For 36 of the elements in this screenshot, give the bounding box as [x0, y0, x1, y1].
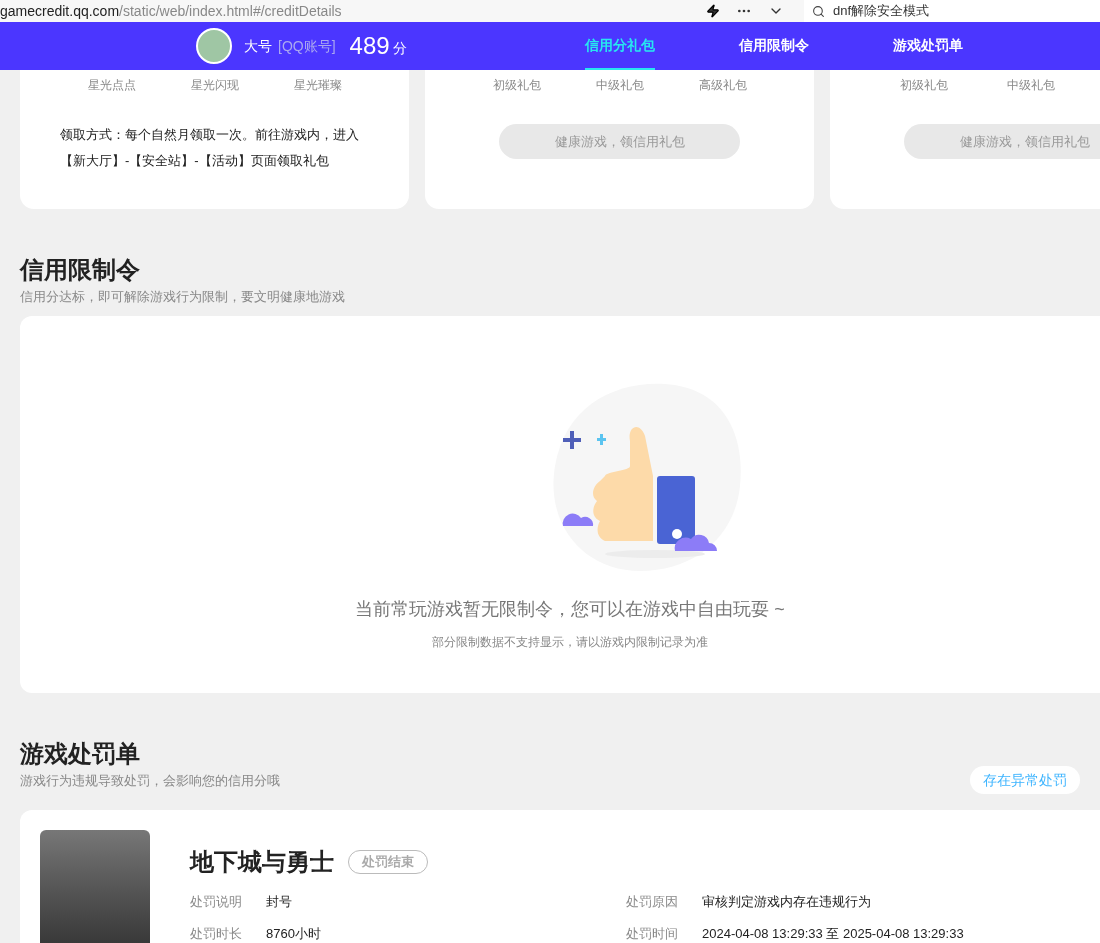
address-bar-url[interactable]: gamecredit.qq.com/static/web/index.html#/creditDetails	[0, 0, 690, 22]
browser-search-field[interactable]: dnf解除安全模式	[804, 0, 1100, 22]
tier-label: 初级礼包	[491, 77, 542, 94]
section-title: 游戏处罚单	[20, 738, 141, 769]
tier-label: 星光点点	[86, 77, 137, 94]
empty-note: 部分限制数据不支持显示，请以游戏内限制记录为准	[432, 633, 708, 651]
search-text: dnf解除安全模式	[833, 2, 930, 21]
lightning-icon[interactable]	[706, 4, 720, 18]
field-label: 处罚说明	[190, 893, 243, 911]
nav-tab[interactable]: 游戏处罚单	[892, 22, 963, 70]
tier-label: 星光闪现	[189, 77, 240, 94]
section-title: 信用限制令	[20, 255, 141, 285]
account-type: [QQ账号]	[278, 36, 336, 56]
search-icon	[812, 4, 825, 18]
avatar-placeholder	[196, 28, 232, 64]
nav-tab[interactable]: 信用限制令	[738, 22, 809, 70]
field-value: 8760小时	[266, 924, 321, 943]
section-subtitle: 游戏行为违规导致处罚，会影响您的信用分哦	[20, 771, 281, 790]
field-value: 封号	[266, 893, 292, 911]
game-title: 地下城与勇士	[190, 847, 334, 877]
tier-label: 中级礼包	[1005, 77, 1056, 94]
field-label: 处罚时长	[190, 924, 243, 943]
field-label: 处罚时间	[626, 924, 679, 943]
field-value: 2024-04-08 13:29:33 至 2025-04-08 13:29:33	[702, 924, 964, 943]
empty-message: 当前常玩游戏暂无限制令，您可以在游戏中自由玩耍 ~	[355, 597, 785, 621]
claim-instructions: 领取方式：每个自然月领取一次。前往游戏内，进入【新大厅】-【安全站】-【活动】页面领取礼包	[59, 126, 360, 170]
credit-score: 489	[349, 31, 390, 61]
section-subtitle: 信用分达标，即可解除游戏行为限制，要文明健康地游戏	[20, 288, 346, 306]
field-label: 处罚原因	[626, 893, 679, 911]
score-unit: 分	[392, 38, 407, 58]
tier-label: 星光璀璨	[292, 77, 343, 94]
tier-label: 高级礼包	[697, 77, 748, 94]
account-name: 大号	[244, 36, 272, 56]
tier-label: 初级礼包	[898, 77, 949, 94]
field-value: 审核判定游戏内存在违规行为	[702, 893, 871, 911]
tier-label: 中级礼包	[594, 77, 645, 94]
